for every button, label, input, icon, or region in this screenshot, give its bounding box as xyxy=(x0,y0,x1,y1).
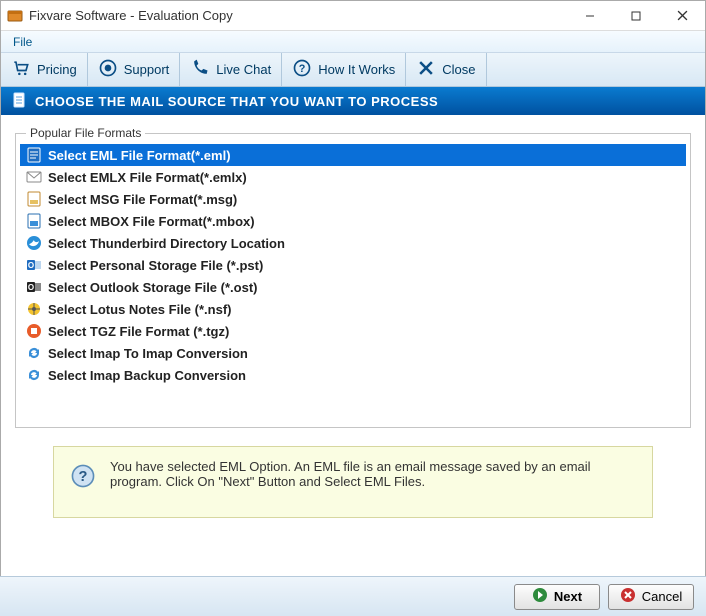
close-icon xyxy=(416,58,436,81)
howitworks-label: How It Works xyxy=(318,62,395,77)
cancel-button[interactable]: Cancel xyxy=(608,584,694,610)
format-option[interactable]: O Select Outlook Storage File (*.ost) xyxy=(20,276,686,298)
cancel-icon xyxy=(620,587,636,606)
format-option-label: Select Imap Backup Conversion xyxy=(48,368,246,383)
format-option[interactable]: Select Lotus Notes File (*.nsf) xyxy=(20,298,686,320)
format-option-label: Select EMLX File Format(*.emlx) xyxy=(48,170,247,185)
format-option-label: Select Thunderbird Directory Location xyxy=(48,236,285,251)
file-eml-icon xyxy=(26,147,42,163)
info-box: ? You have selected EML Option. An EML f… xyxy=(53,446,653,518)
svg-text:?: ? xyxy=(299,63,306,75)
livechat-button[interactable]: Live Chat xyxy=(180,53,282,86)
menu-file[interactable]: File xyxy=(5,33,40,51)
format-option[interactable]: Select Thunderbird Directory Location xyxy=(20,232,686,254)
howitworks-button[interactable]: ? How It Works xyxy=(282,53,406,86)
formats-group-label: Popular File Formats xyxy=(26,126,145,140)
file-msg-icon xyxy=(26,191,42,207)
lotus-icon xyxy=(26,301,42,317)
outlook-dark-icon: O xyxy=(26,279,42,295)
format-option-label: Select EML File Format(*.eml) xyxy=(48,148,231,163)
document-icon xyxy=(11,92,27,111)
app-icon xyxy=(7,8,23,24)
format-option-label: Select Lotus Notes File (*.nsf) xyxy=(48,302,231,317)
format-list: Select EML File Format(*.eml) Select EMLX… xyxy=(20,144,686,386)
outlook-icon: O xyxy=(26,257,42,273)
titlebar: Fixvare Software - Evaluation Copy xyxy=(1,1,705,31)
sync-icon xyxy=(26,345,42,361)
thunderbird-icon xyxy=(26,235,42,251)
phone-icon xyxy=(190,58,210,81)
sync-icon xyxy=(26,367,42,383)
next-icon xyxy=(532,587,548,606)
close-label: Close xyxy=(442,62,475,77)
section-header-text: CHOOSE THE MAIL SOURCE THAT YOU WANT TO … xyxy=(35,94,438,109)
info-text: You have selected EML Option. An EML fil… xyxy=(110,459,636,489)
close-button[interactable]: Close xyxy=(406,53,486,86)
next-button[interactable]: Next xyxy=(514,584,600,610)
format-option-label: Select Personal Storage File (*.pst) xyxy=(48,258,263,273)
format-option-label: Select MSG File Format(*.msg) xyxy=(48,192,237,207)
headset-icon xyxy=(98,58,118,81)
format-option[interactable]: Select EML File Format(*.eml) xyxy=(20,144,686,166)
maximize-button[interactable] xyxy=(613,1,659,31)
menubar: File xyxy=(1,31,705,53)
livechat-label: Live Chat xyxy=(216,62,271,77)
main-panel: Popular File Formats Select EML File For… xyxy=(1,115,705,534)
format-option[interactable]: Select MSG File Format(*.msg) xyxy=(20,188,686,210)
format-option[interactable]: Select MBOX File Format(*.mbox) xyxy=(20,210,686,232)
svg-text:O: O xyxy=(28,261,34,270)
file-mbox-icon xyxy=(26,213,42,229)
help-icon: ? xyxy=(70,463,96,489)
close-window-button[interactable] xyxy=(659,1,705,31)
window-controls xyxy=(567,1,705,31)
format-option[interactable]: O Select Personal Storage File (*.pst) xyxy=(20,254,686,276)
section-header: CHOOSE THE MAIL SOURCE THAT YOU WANT TO … xyxy=(1,87,705,115)
mail-icon xyxy=(26,169,42,185)
archive-icon xyxy=(26,323,42,339)
footer: Next Cancel xyxy=(0,576,706,616)
svg-text:?: ? xyxy=(79,469,88,485)
format-option-label: Select Outlook Storage File (*.ost) xyxy=(48,280,257,295)
format-option-label: Select TGZ File Format (*.tgz) xyxy=(48,324,229,339)
cart-icon xyxy=(11,58,31,81)
pricing-label: Pricing xyxy=(37,62,77,77)
window-title: Fixvare Software - Evaluation Copy xyxy=(29,8,567,23)
format-option-label: Select MBOX File Format(*.mbox) xyxy=(48,214,255,229)
pricing-button[interactable]: Pricing xyxy=(1,53,88,86)
support-label: Support xyxy=(124,62,170,77)
format-option[interactable]: Select Imap Backup Conversion xyxy=(20,364,686,386)
formats-group: Popular File Formats Select EML File For… xyxy=(15,133,691,428)
format-option[interactable]: Select EMLX File Format(*.emlx) xyxy=(20,166,686,188)
next-label: Next xyxy=(554,589,582,604)
support-button[interactable]: Support xyxy=(88,53,181,86)
toolbar: Pricing Support Live Chat ? How It Works… xyxy=(1,53,705,87)
cancel-label: Cancel xyxy=(642,589,682,604)
minimize-button[interactable] xyxy=(567,1,613,31)
format-option[interactable]: Select Imap To Imap Conversion xyxy=(20,342,686,364)
format-option[interactable]: Select TGZ File Format (*.tgz) xyxy=(20,320,686,342)
question-icon: ? xyxy=(292,58,312,81)
format-option-label: Select Imap To Imap Conversion xyxy=(48,346,248,361)
svg-text:O: O xyxy=(28,283,34,292)
